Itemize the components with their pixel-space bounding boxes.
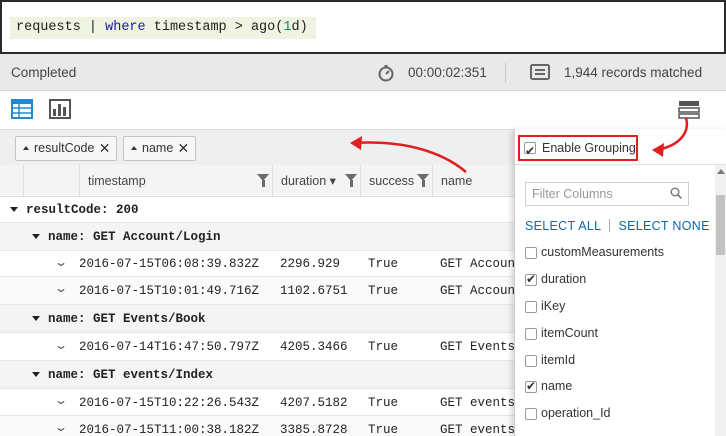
column-checkbox[interactable] (525, 408, 537, 420)
query-token-unit: d) (291, 20, 308, 35)
table-view-icon[interactable] (11, 99, 33, 119)
filter-icon[interactable] (417, 174, 429, 187)
filter-columns-placeholder: Filter Columns (532, 187, 613, 201)
select-links: SELECT ALL SELECT NONE (525, 219, 710, 233)
cell-duration: 3385.8728 (280, 423, 348, 436)
collapse-icon[interactable] (10, 207, 18, 212)
group-label: name: GET events/Index (48, 368, 214, 382)
group-chip-name[interactable]: name ✕ (123, 136, 197, 161)
cell-name: GET Account (440, 257, 523, 271)
link-divider (609, 219, 611, 232)
enable-grouping-toggle[interactable]: Enable Grouping (518, 135, 638, 162)
cell-duration: 4207.5182 (280, 396, 348, 410)
results-toolbar (0, 91, 726, 129)
cell-success: True (368, 423, 399, 436)
search-icon (670, 187, 682, 199)
collapse-icon[interactable] (32, 316, 40, 321)
column-checkbox[interactable] (525, 272, 537, 286)
expand-row-icon[interactable]: ⌄ (54, 393, 68, 407)
group-chip-label: resultCode (34, 141, 95, 155)
enable-grouping-checkbox[interactable] (524, 140, 536, 162)
cell-name: GET events/ (440, 396, 523, 410)
cell-timestamp: 2016-07-15T10:01:49.716Z (79, 284, 260, 298)
panel-scrollbar-thumb[interactable] (716, 195, 725, 255)
column-header-label: name (441, 174, 473, 188)
cell-duration: 2296.929 (280, 257, 341, 271)
query-token-condition: timestamp > ago( (145, 20, 284, 35)
status-divider (505, 63, 506, 83)
records-matched: 1,944 records matched (564, 65, 703, 80)
column-header-timestamp[interactable]: timestamp (79, 165, 272, 197)
chart-view-icon[interactable] (49, 99, 71, 119)
remove-group-icon[interactable]: ✕ (99, 137, 111, 160)
collapse-icon[interactable] (32, 234, 40, 239)
group-label: name: GET Events/Book (48, 312, 206, 326)
filter-columns-input[interactable]: Filter Columns (525, 182, 689, 206)
elapsed-time: 00:00:02:351 (408, 65, 487, 80)
collapse-icon[interactable] (32, 372, 40, 377)
query-status: Completed (11, 65, 77, 80)
column-checkbox[interactable] (525, 328, 537, 340)
query-token-keyword: where (105, 20, 146, 35)
column-chooser-panel: Enable Grouping Filter Columns SELECT AL… (514, 129, 726, 436)
column-header-label: duration ▾ (281, 174, 336, 188)
cell-name: GET Account (440, 284, 523, 298)
cell-timestamp: 2016-07-15T10:22:26.543Z (79, 396, 260, 410)
status-bar: Completed 00:00:02:351 1,944 records mat… (0, 54, 726, 91)
stopwatch-icon (378, 65, 394, 82)
panel-header: Enable Grouping (515, 129, 726, 165)
query-token-table: requests (16, 20, 81, 35)
group-label: resultCode: 200 (26, 203, 139, 217)
query-token-pipe: | (80, 20, 106, 35)
query-editor[interactable]: requests | where timestamp > ago(1d) (0, 0, 726, 56)
group-chip-resultcode[interactable]: resultCode ✕ (15, 136, 118, 161)
column-option-label: iKey (541, 299, 566, 313)
cell-success: True (368, 396, 399, 410)
enable-grouping-label: Enable Grouping (542, 141, 636, 155)
column-header-success[interactable]: success (360, 165, 432, 197)
query-text[interactable]: requests | where timestamp > ago(1d) (10, 17, 316, 39)
column-option-label: itemCount (541, 326, 598, 340)
column-option-label: duration (541, 272, 587, 286)
cell-duration: 4205.3466 (280, 340, 348, 354)
sort-ascending-icon (131, 146, 137, 150)
cell-timestamp: 2016-07-15T11:00:38.182Z (79, 423, 260, 436)
select-none-link[interactable]: SELECT NONE (618, 219, 709, 233)
group-label: name: GET Account/Login (48, 230, 221, 244)
remove-group-icon[interactable]: ✕ (178, 137, 190, 160)
cell-timestamp: 2016-07-15T06:08:39.832Z (79, 257, 260, 271)
expand-row-icon[interactable]: ⌄ (54, 255, 68, 269)
group-chip-label: name (142, 141, 174, 155)
column-option-label: itemId (541, 353, 576, 367)
cell-duration: 1102.6751 (280, 284, 348, 298)
header-spacer (23, 165, 79, 197)
column-checkbox[interactable] (525, 379, 537, 393)
records-icon (530, 64, 550, 80)
cell-name: GET events/ (440, 423, 523, 436)
column-option-label: name (541, 379, 573, 393)
sort-ascending-icon (23, 146, 29, 150)
scroll-up-arrow-icon[interactable] (717, 169, 725, 174)
column-settings-icon[interactable] (678, 100, 700, 120)
cell-success: True (368, 340, 399, 354)
column-checkbox[interactable] (525, 247, 537, 259)
column-option-label: customMeasurements (541, 245, 664, 259)
column-checkbox[interactable] (525, 355, 537, 367)
cell-success: True (368, 284, 399, 298)
column-header-duration[interactable]: duration ▾ (272, 165, 360, 197)
cell-timestamp: 2016-07-14T16:47:50.797Z (79, 340, 260, 354)
expand-row-icon[interactable]: ⌄ (54, 281, 68, 295)
expand-row-icon[interactable]: ⌄ (54, 338, 68, 352)
column-header-label: success (369, 174, 415, 188)
select-all-link[interactable]: SELECT ALL (525, 219, 601, 233)
filter-icon[interactable] (345, 174, 357, 187)
column-header-name[interactable]: name (432, 165, 522, 197)
column-checkbox[interactable] (525, 301, 537, 313)
column-option-label: operation_Id (541, 406, 611, 420)
cell-name: GET Events/ (440, 340, 523, 354)
cell-success: True (368, 257, 399, 271)
filter-icon[interactable] (257, 174, 269, 187)
expand-row-icon[interactable]: ⌄ (54, 420, 68, 434)
column-header-label: timestamp (88, 174, 146, 188)
